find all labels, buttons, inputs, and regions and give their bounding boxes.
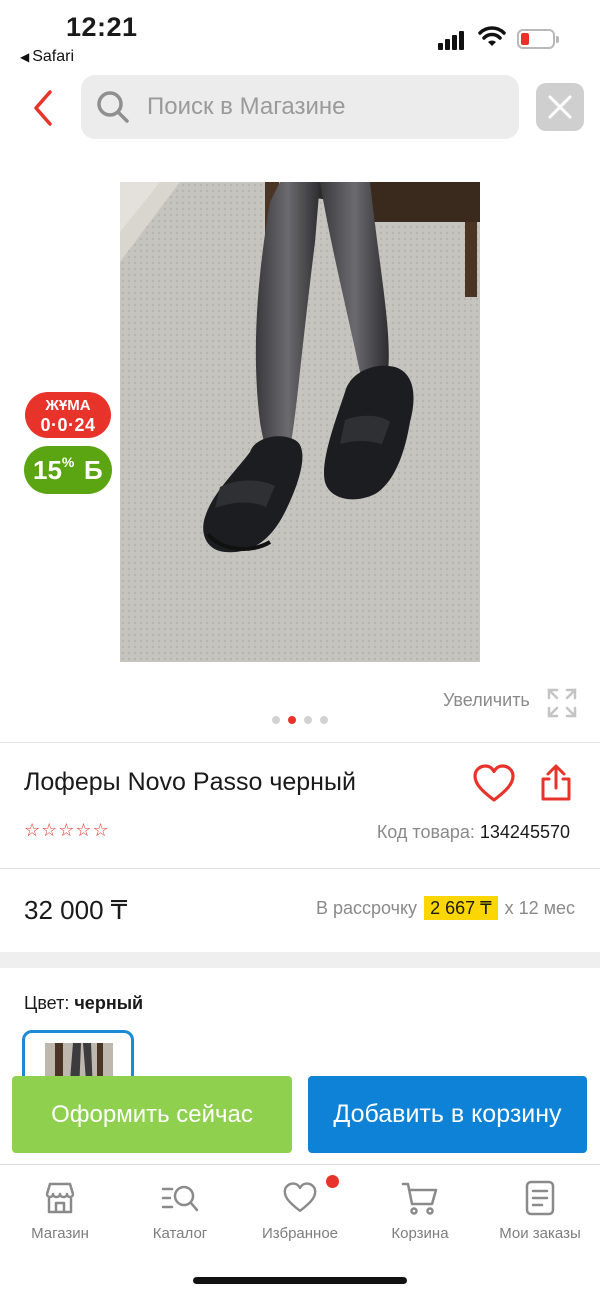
back-triangle-icon: ◀	[20, 50, 30, 64]
rating-stars[interactable]: ☆☆☆☆☆	[24, 820, 110, 841]
color-label: Цвет: черный	[24, 993, 144, 1013]
battery-icon	[517, 29, 559, 49]
divider	[0, 742, 600, 743]
product-price: 32 000 ₸	[24, 895, 128, 925]
close-icon	[548, 95, 572, 119]
back-app-label: Safari	[32, 48, 75, 65]
product-code-value: 134245570	[479, 822, 570, 842]
tab-catalog[interactable]: Каталог	[120, 1179, 240, 1242]
search-placeholder: Поиск в Магазине	[147, 93, 346, 120]
tab-label: Избранное	[261, 1225, 339, 1242]
add-to-cart-button[interactable]: Добавить в корзину	[308, 1076, 587, 1153]
notification-dot	[326, 1175, 339, 1188]
tab-favorites[interactable]: Избранное	[240, 1179, 360, 1242]
carousel-dots	[272, 711, 336, 729]
cellular-signal-icon	[438, 30, 466, 50]
bonus-currency: Б	[84, 455, 103, 485]
status-bar: 12:21 ◀ Safari	[0, 0, 600, 72]
product-title: Лоферы Novo Passo черный	[24, 768, 356, 796]
catalog-search-icon	[161, 1185, 199, 1212]
tab-label: Мои заказы	[499, 1225, 581, 1242]
home-indicator[interactable]	[193, 1277, 407, 1284]
divider	[0, 868, 600, 869]
tab-cart[interactable]: Корзина	[360, 1179, 480, 1242]
color-value: черный	[74, 993, 144, 1013]
wifi-icon	[478, 26, 506, 46]
section-separator	[0, 952, 600, 968]
installment-info[interactable]: В рассрочку 2 667 ₸ х 12 мес	[316, 896, 575, 920]
product-code: Код товара: 134245570	[376, 822, 570, 842]
expand-icon[interactable]	[546, 687, 578, 719]
store-icon	[45, 1182, 75, 1214]
status-time: 12:21	[66, 12, 138, 42]
bonus-percent: 15%	[33, 454, 75, 485]
tab-my-orders[interactable]: Мои заказы	[480, 1179, 600, 1242]
tab-label: Каталог	[152, 1225, 208, 1242]
cart-icon	[401, 1182, 438, 1215]
buy-now-button[interactable]: Оформить сейчас	[12, 1076, 292, 1153]
carousel-dot[interactable]	[320, 716, 328, 724]
juma-badge-numbers: 0·0·24	[40, 415, 96, 435]
tab-label: Магазин	[31, 1225, 89, 1242]
tab-store[interactable]: Магазин	[0, 1179, 120, 1242]
juma-promo-badge: ЖҰМА 0·0·24	[25, 392, 111, 438]
juma-badge-title: ЖҰМА	[45, 397, 91, 414]
carousel-dot-active[interactable]	[288, 716, 296, 724]
search-icon	[97, 91, 129, 123]
product-photo-illustration	[120, 182, 480, 662]
carousel-dot[interactable]	[304, 716, 312, 724]
carousel-dot[interactable]	[272, 716, 280, 724]
back-button[interactable]	[30, 88, 60, 128]
bonus-badge: 15% Б	[24, 446, 112, 494]
zoom-button[interactable]: Увеличить	[443, 690, 530, 711]
orders-icon	[525, 1180, 555, 1216]
product-image[interactable]	[120, 182, 480, 662]
search-input[interactable]: Поиск в Магазине	[81, 75, 519, 139]
heart-icon	[283, 1182, 317, 1212]
installment-amount: 2 667 ₸	[424, 896, 498, 920]
close-button[interactable]	[536, 83, 584, 131]
tab-label: Корзина	[391, 1225, 449, 1242]
favorite-heart-icon[interactable]	[472, 764, 516, 804]
share-icon[interactable]	[538, 764, 574, 802]
back-to-app-link[interactable]: ◀ Safari	[20, 48, 74, 66]
